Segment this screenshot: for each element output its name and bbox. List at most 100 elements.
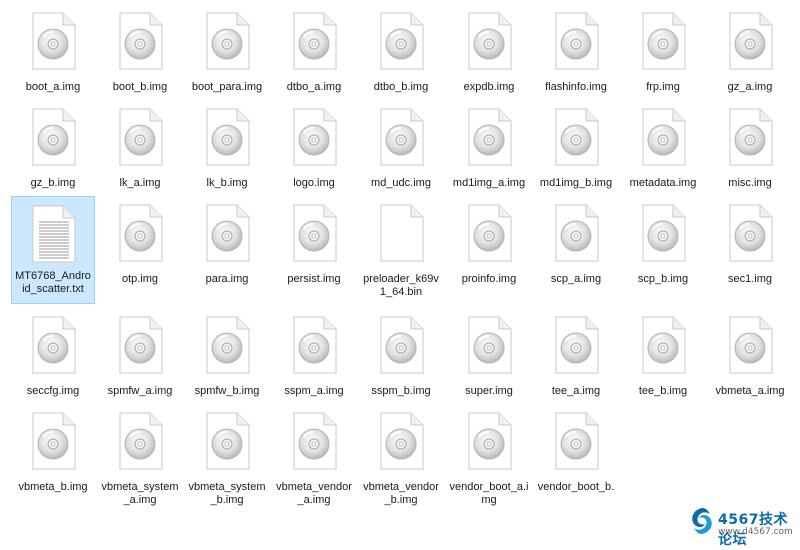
file-name-label: boot_a.img	[25, 81, 81, 93]
disc-image-file-icon	[461, 11, 517, 71]
file-item[interactable]: otp.img	[98, 196, 182, 292]
disc-image-file-icon	[112, 203, 168, 263]
file-name-label: vendor_boot_b.	[537, 481, 615, 493]
disc-image-file-icon	[635, 11, 691, 71]
disc-image-file-icon	[199, 411, 255, 471]
disc-image-file-icon	[199, 315, 255, 375]
file-item[interactable]: vendor_boot_b.	[534, 404, 618, 500]
file-name-label: logo.img	[293, 177, 335, 189]
file-item[interactable]: logo.img	[272, 100, 356, 196]
file-name-label: md1img_b.img	[539, 177, 613, 189]
file-item[interactable]: vbmeta_a.img	[708, 308, 792, 404]
file-name-label: sspm_a.img	[284, 385, 344, 397]
file-name-label: dtbo_a.img	[286, 81, 342, 93]
disc-image-file-icon	[286, 107, 342, 167]
disc-image-file-icon	[286, 411, 342, 471]
disc-image-file-icon	[548, 411, 604, 471]
disc-image-file-icon	[25, 107, 81, 167]
disc-image-file-icon	[286, 11, 342, 71]
disc-image-file-icon	[25, 11, 81, 71]
file-item[interactable]: md1img_b.img	[534, 100, 618, 196]
file-item[interactable]: lk_a.img	[98, 100, 182, 196]
disc-image-file-icon	[722, 107, 778, 167]
file-name-label: boot_b.img	[112, 81, 168, 93]
file-name-label: tee_a.img	[551, 385, 601, 397]
file-item[interactable]: vendor_boot_a.img	[447, 404, 531, 506]
file-item[interactable]: sspm_a.img	[272, 308, 356, 404]
file-item[interactable]: sec1.img	[708, 196, 792, 292]
file-item[interactable]: gz_b.img	[11, 100, 95, 196]
disc-image-file-icon	[461, 411, 517, 471]
disc-image-file-icon	[199, 11, 255, 71]
disc-image-file-icon	[722, 11, 778, 71]
file-item[interactable]: flashinfo.img	[534, 4, 618, 100]
file-name-label: persist.img	[287, 273, 341, 285]
blank-file-icon	[373, 203, 429, 263]
file-item[interactable]: lk_b.img	[185, 100, 269, 196]
file-item[interactable]: md1img_a.img	[447, 100, 531, 196]
file-item[interactable]: proinfo.img	[447, 196, 531, 292]
file-item[interactable]: scp_b.img	[621, 196, 705, 292]
disc-image-file-icon	[722, 203, 778, 263]
disc-image-file-icon	[548, 107, 604, 167]
disc-image-file-icon	[548, 203, 604, 263]
disc-image-file-icon	[635, 203, 691, 263]
file-item[interactable]: dtbo_b.img	[359, 4, 443, 100]
text-file-icon	[25, 204, 81, 264]
file-item[interactable]: tee_a.img	[534, 308, 618, 404]
file-item[interactable]: vbmeta_b.img	[11, 404, 95, 500]
file-name-label: lk_b.img	[206, 177, 248, 189]
file-item[interactable]: para.img	[185, 196, 269, 292]
disc-image-file-icon	[548, 11, 604, 71]
file-item[interactable]: tee_b.img	[621, 308, 705, 404]
file-item[interactable]: scp_a.img	[534, 196, 618, 292]
file-name-label: vbmeta_a.img	[715, 385, 785, 397]
disc-image-file-icon	[286, 315, 342, 375]
disc-image-file-icon	[722, 315, 778, 375]
file-name-label: dtbo_b.img	[373, 81, 429, 93]
file-item[interactable]: frp.img	[621, 4, 705, 100]
disc-image-file-icon	[112, 411, 168, 471]
watermark-url: www.d4567.com	[718, 527, 793, 537]
file-name-label: md1img_a.img	[452, 177, 526, 189]
file-item[interactable]: MT6768_Android_scatter.txt	[11, 196, 95, 304]
file-item[interactable]: preloader_k69v1_64.bin	[359, 196, 443, 298]
watermark-logo: 4567技术论坛 www.d4567.com	[688, 506, 793, 548]
disc-image-file-icon	[635, 107, 691, 167]
file-name-label: spmfw_a.img	[107, 385, 173, 397]
file-name-label: seccfg.img	[26, 385, 80, 397]
file-name-label: para.img	[205, 273, 249, 285]
disc-image-file-icon	[286, 203, 342, 263]
file-item[interactable]: vbmeta_vendor_b.img	[359, 404, 443, 506]
file-name-label: vbmeta_vendor_a.img	[276, 481, 352, 506]
file-item[interactable]: boot_b.img	[98, 4, 182, 100]
file-item[interactable]: boot_a.img	[11, 4, 95, 100]
file-item[interactable]: boot_para.img	[185, 4, 269, 100]
disc-image-file-icon	[373, 411, 429, 471]
file-item[interactable]: dtbo_a.img	[272, 4, 356, 100]
file-name-label: expdb.img	[463, 81, 515, 93]
file-item[interactable]: misc.img	[708, 100, 792, 196]
file-name-label: boot_para.img	[191, 81, 263, 93]
file-item[interactable]: sspm_b.img	[359, 308, 443, 404]
file-item[interactable]: spmfw_a.img	[98, 308, 182, 404]
file-item[interactable]: gz_a.img	[708, 4, 792, 100]
disc-image-file-icon	[373, 11, 429, 71]
file-item[interactable]: expdb.img	[447, 4, 531, 100]
file-name-label: vbmeta_b.img	[18, 481, 88, 493]
file-item[interactable]: spmfw_b.img	[185, 308, 269, 404]
file-item[interactable]: super.img	[447, 308, 531, 404]
file-name-label: preloader_k69v1_64.bin	[363, 273, 439, 298]
file-item[interactable]: vbmeta_system_b.img	[185, 404, 269, 506]
disc-image-file-icon	[548, 315, 604, 375]
file-item[interactable]: seccfg.img	[11, 308, 95, 404]
file-item[interactable]: persist.img	[272, 196, 356, 292]
file-item[interactable]: vbmeta_vendor_a.img	[272, 404, 356, 506]
file-name-label: md_udc.img	[371, 177, 431, 189]
file-item[interactable]: md_udc.img	[359, 100, 443, 196]
file-name-label: scp_a.img	[550, 273, 602, 285]
file-item[interactable]: metadata.img	[621, 100, 705, 196]
file-name-label: frp.img	[646, 81, 680, 93]
file-item[interactable]: vbmeta_system_a.img	[98, 404, 182, 506]
file-name-label: misc.img	[728, 177, 772, 189]
